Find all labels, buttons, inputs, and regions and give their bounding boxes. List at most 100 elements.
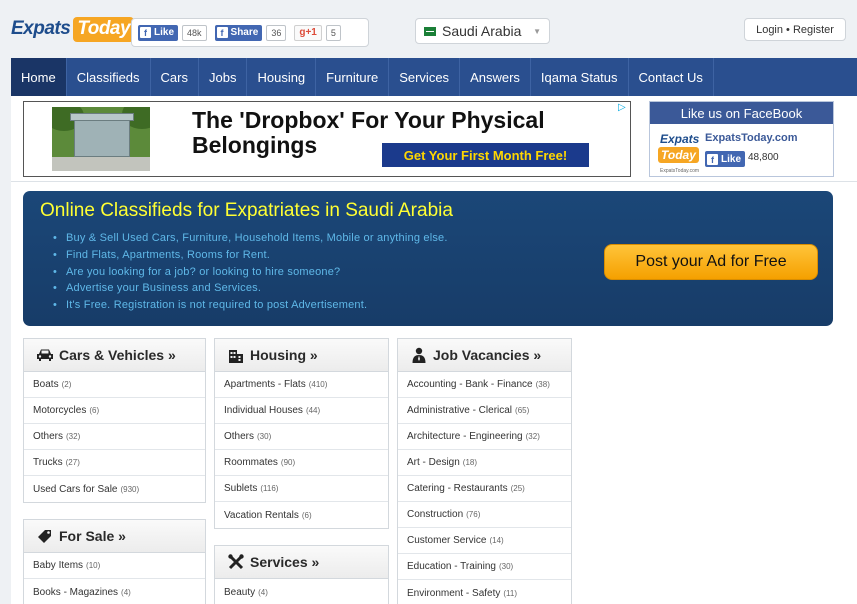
- category-item[interactable]: Beauty (4): [215, 579, 388, 604]
- category-item[interactable]: Art - Design (18): [398, 450, 571, 476]
- category-header[interactable]: Cars & Vehicles »: [24, 339, 205, 372]
- nav-housing[interactable]: Housing: [247, 58, 317, 96]
- top-header: Expats Today f Like 48k f Share 36 g+1 5 S…: [0, 0, 857, 58]
- category-header[interactable]: Housing »: [215, 339, 388, 372]
- nav-services[interactable]: Services: [389, 58, 461, 96]
- category-item[interactable]: Architecture - Engineering (32): [398, 424, 571, 450]
- category-item[interactable]: Education - Training (30): [398, 554, 571, 580]
- nav-contact-us[interactable]: Contact Us: [629, 58, 714, 96]
- country-selector[interactable]: Saudi Arabia ▼: [415, 18, 550, 44]
- country-name: Saudi Arabia: [442, 23, 522, 39]
- nav-home[interactable]: Home: [11, 58, 67, 96]
- nav-filler: [714, 58, 857, 96]
- nav-answers[interactable]: Answers: [460, 58, 531, 96]
- category-item[interactable]: Environment - Safety (11): [398, 580, 571, 604]
- facebook-box-logo-expats: Expats: [660, 132, 700, 146]
- tools-icon: [227, 554, 245, 570]
- person-icon: [410, 347, 428, 363]
- category-item[interactable]: Construction (76): [398, 502, 571, 528]
- category-item[interactable]: Sublets (116): [215, 476, 388, 502]
- login-register-button[interactable]: Login • Register: [744, 18, 846, 41]
- hero-bullet: Find Flats, Apartments, Rooms for Rent.: [50, 247, 448, 264]
- google-plus-count: 5: [325, 24, 341, 41]
- category-title: Housing »: [250, 347, 318, 363]
- category-item[interactable]: Vacation Rentals (6): [215, 502, 388, 528]
- category-title: Job Vacancies »: [433, 347, 542, 363]
- facebook-icon: f: [140, 27, 151, 38]
- category-title: For Sale »: [59, 528, 126, 544]
- category-item[interactable]: Individual Houses (44): [215, 398, 388, 424]
- google-plus-button[interactable]: g+1: [294, 24, 322, 41]
- category-item[interactable]: Trucks (27): [24, 450, 205, 476]
- facebook-page-name[interactable]: ExpatsToday.com: [705, 132, 798, 144]
- post-ad-button[interactable]: Post your Ad for Free: [604, 244, 818, 280]
- section-divider: [11, 181, 857, 182]
- category-job-vacancies: Job Vacancies » Accounting - Bank - Fina…: [397, 338, 572, 604]
- category-item[interactable]: Motorcycles (6): [24, 398, 205, 424]
- facebook-box-small-text: ExpatsToday.com: [660, 168, 700, 174]
- category-services: Services » Beauty (4): [214, 545, 389, 604]
- category-housing: Housing » Apartments - Flats (410) Indivi…: [214, 338, 389, 529]
- category-item[interactable]: Others (30): [215, 424, 388, 450]
- nav-classifieds[interactable]: Classifieds: [67, 58, 151, 96]
- category-cars-vehicles: Cars & Vehicles » Boats (2) Motorcycles (6…: [23, 338, 206, 503]
- nav-jobs[interactable]: Jobs: [199, 58, 248, 96]
- facebook-like-box: Like us on FaceBook Expats Today ExpatsT…: [649, 101, 834, 177]
- category-item[interactable]: Roommates (90): [215, 450, 388, 476]
- category-header[interactable]: Services »: [215, 546, 388, 579]
- category-item[interactable]: Administrative - Clerical (65): [398, 398, 571, 424]
- category-item[interactable]: Customer Service (14): [398, 528, 571, 554]
- facebook-like-button[interactable]: f Like: [138, 24, 179, 41]
- ad-cta-button[interactable]: Get Your First Month Free!: [382, 143, 589, 167]
- hero-title: Online Classifieds for Expatriates in Sa…: [40, 200, 453, 221]
- hero-bullet: Buy & Sell Used Cars, Furniture, Househo…: [50, 230, 448, 247]
- facebook-box-logo-today: Today: [658, 147, 699, 163]
- hero-banner: Online Classifieds for Expatriates in Sa…: [23, 191, 833, 326]
- facebook-icon: f: [216, 27, 228, 38]
- facebook-box-body: Expats Today ExpatsToday.com f Like 48,80…: [650, 124, 833, 176]
- facebook-share-count: 36: [266, 24, 287, 41]
- hero-bullet: Are you looking for a job? or looking to…: [50, 264, 448, 281]
- tag-icon: [36, 528, 54, 544]
- facebook-icon: f: [707, 153, 718, 165]
- category-header[interactable]: For Sale »: [24, 520, 205, 553]
- facebook-page-like-button[interactable]: f Like: [705, 151, 746, 167]
- ad-image-storage-box: [74, 117, 130, 157]
- category-title: Services »: [250, 554, 320, 570]
- category-item[interactable]: Catering - Restaurants (25): [398, 476, 571, 502]
- building-icon: [227, 347, 245, 363]
- category-item[interactable]: Used Cars for Sale (930): [24, 476, 205, 502]
- category-title: Cars & Vehicles »: [59, 347, 176, 363]
- nav-furniture[interactable]: Furniture: [316, 58, 390, 96]
- category-header[interactable]: Job Vacancies »: [398, 339, 571, 372]
- facebook-like-count: 48k: [182, 24, 207, 41]
- social-buttons: f Like 48k f Share 36 g+1 5: [131, 18, 369, 47]
- main-nav: Home Classifieds Cars Jobs Housing Furni…: [11, 58, 857, 96]
- category-item[interactable]: Boats (2): [24, 372, 205, 398]
- car-icon: [36, 347, 54, 363]
- facebook-page-like-count: 48,800: [748, 152, 779, 163]
- category-item[interactable]: Others (32): [24, 424, 205, 450]
- nav-iqama-status[interactable]: Iqama Status: [531, 58, 629, 96]
- ad-image-ground: [52, 157, 150, 171]
- site-logo[interactable]: Expats Today: [11, 14, 135, 44]
- nav-cars[interactable]: Cars: [151, 58, 199, 96]
- ad-image-storage-lid: [70, 113, 134, 121]
- category-item[interactable]: Accounting - Bank - Finance (38): [398, 372, 571, 398]
- ad-image: [52, 107, 150, 171]
- hero-bullet: Advertise your Business and Services.: [50, 280, 448, 297]
- category-item[interactable]: Baby Items (10): [24, 553, 205, 579]
- saudi-flag-icon: [424, 26, 436, 36]
- ad-choices-icon[interactable]: ▷: [618, 103, 628, 113]
- chevron-down-icon: ▼: [533, 26, 541, 36]
- category-item[interactable]: Books - Magazines (4): [24, 579, 205, 604]
- hero-bullet: It's Free. Registration is not required …: [50, 297, 448, 314]
- facebook-share-button[interactable]: f Share: [214, 24, 263, 41]
- banner-ad[interactable]: The 'Dropbox' For Your Physical Belongin…: [23, 101, 631, 177]
- main-content: The 'Dropbox' For Your Physical Belongin…: [11, 96, 857, 604]
- logo-text-expats: Expats: [11, 18, 71, 39]
- category-for-sale: For Sale » Baby Items (10) Books - Magazi…: [23, 519, 206, 604]
- category-item[interactable]: Apartments - Flats (410): [215, 372, 388, 398]
- logo-text-today: Today: [73, 16, 135, 42]
- facebook-box-title: Like us on FaceBook: [650, 102, 833, 124]
